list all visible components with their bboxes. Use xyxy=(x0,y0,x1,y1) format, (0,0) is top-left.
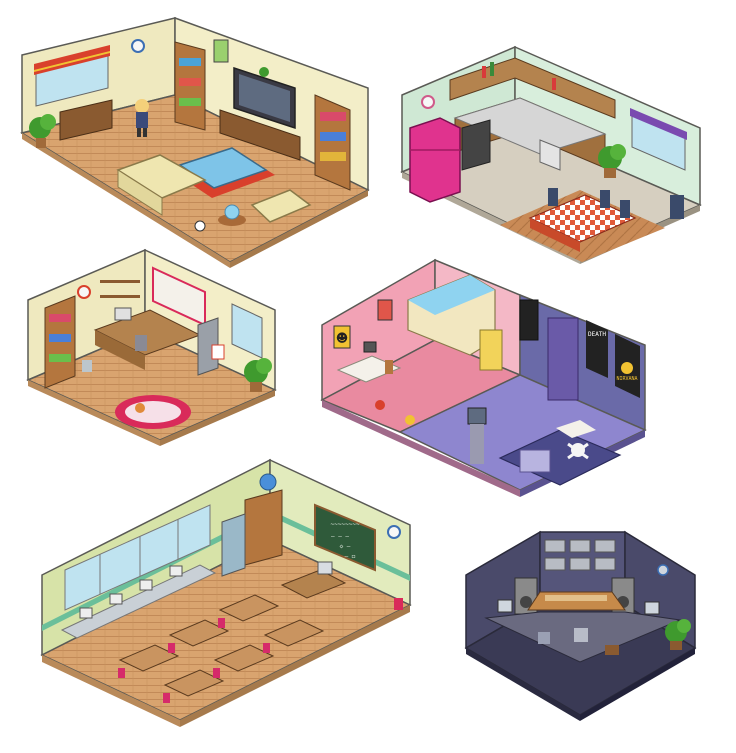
computer-icon[interactable] xyxy=(79,607,93,619)
console-faders xyxy=(545,595,607,601)
books xyxy=(49,314,71,322)
bottle-icon xyxy=(490,62,494,76)
books xyxy=(49,354,71,362)
classroom: ~~~~~~~~ — — — ◇ — — ◻ xyxy=(40,458,412,727)
chair-icon[interactable] xyxy=(574,628,588,642)
shelf-unit xyxy=(479,329,503,371)
rack-unit xyxy=(594,557,616,571)
rug-inner xyxy=(125,401,181,423)
wall-shelf xyxy=(100,280,140,283)
wall-picture xyxy=(213,39,229,63)
teen-bedroom: ☻ DEATH NIRVANA xyxy=(320,258,647,497)
clock-icon xyxy=(77,285,91,299)
recording-studio xyxy=(464,530,697,721)
clock-icon xyxy=(421,95,435,109)
clock-icon xyxy=(657,564,669,576)
poster-label-nirvana: NIRVANA xyxy=(616,376,637,382)
chair-icon[interactable] xyxy=(385,360,393,374)
fishbowl xyxy=(224,204,240,220)
toy xyxy=(405,415,415,425)
rack-unit xyxy=(569,539,591,553)
computer-icon[interactable] xyxy=(109,593,123,605)
fridge-icon[interactable] xyxy=(409,117,461,203)
poster-label-death: DEATH xyxy=(588,331,606,338)
bottle-icon xyxy=(482,66,486,78)
books xyxy=(49,334,71,342)
monitor-icon[interactable] xyxy=(114,307,132,321)
cat-icon xyxy=(135,403,145,413)
briefcase xyxy=(605,645,619,655)
books xyxy=(320,152,346,161)
chair-icon[interactable] xyxy=(670,195,684,219)
plant-icon xyxy=(259,67,269,77)
soccer-ball xyxy=(194,220,206,232)
poster-face: ☻ xyxy=(336,331,349,345)
chair-icon[interactable] xyxy=(213,668,220,678)
poster-icon xyxy=(586,320,608,378)
tv-stand xyxy=(470,424,484,464)
chair-icon[interactable] xyxy=(538,632,550,644)
globe-icon xyxy=(259,473,277,491)
chair-icon[interactable] xyxy=(263,643,270,653)
chalkboard-line: ◇ — xyxy=(340,543,351,550)
tall-cabinet xyxy=(547,317,579,401)
chair-icon[interactable] xyxy=(600,190,610,208)
books xyxy=(179,78,201,86)
monitor-icon[interactable] xyxy=(644,601,660,615)
chair-icon[interactable] xyxy=(548,188,558,206)
trash-bin xyxy=(82,360,92,372)
rack-unit xyxy=(544,539,566,553)
smiley-icon xyxy=(621,362,633,374)
chair-icon[interactable] xyxy=(218,618,225,628)
stove-icon[interactable] xyxy=(461,119,491,171)
chalkboard-line: — ◻ xyxy=(345,553,356,560)
rack-unit xyxy=(594,539,616,553)
clock-icon xyxy=(387,525,401,539)
armchair[interactable] xyxy=(519,449,551,473)
computer-icon[interactable] xyxy=(169,565,183,577)
books xyxy=(320,132,346,141)
clock-icon xyxy=(131,39,145,53)
monitor-icon[interactable] xyxy=(497,599,513,613)
toy xyxy=(375,400,385,410)
tv-icon[interactable] xyxy=(467,407,487,425)
cabinet-icon[interactable] xyxy=(244,489,283,566)
chalkboard-scribble: ~~~~~~~~ xyxy=(331,521,360,528)
computer-icon[interactable] xyxy=(139,579,153,591)
office xyxy=(26,248,277,446)
chair-icon[interactable] xyxy=(135,335,147,351)
chair-icon[interactable] xyxy=(163,693,170,703)
computer-icon[interactable] xyxy=(317,561,333,575)
chair-icon[interactable] xyxy=(620,200,630,218)
sign-post xyxy=(211,344,225,360)
wall-shelf xyxy=(100,295,140,298)
trash-bin xyxy=(394,598,403,610)
chair-icon[interactable] xyxy=(168,643,175,653)
living-room xyxy=(20,16,370,268)
poster-icon xyxy=(377,299,393,321)
books xyxy=(320,112,346,121)
monitor-icon[interactable] xyxy=(363,341,377,353)
bottle-icon xyxy=(552,78,556,90)
pixel-room-collection: ☻ DEATH NIRVANA ~~~~~~~~ — — — ◇ — — ◻ xyxy=(20,16,702,727)
filing-cabinet-icon[interactable] xyxy=(221,513,246,577)
chalkboard-line: — — — xyxy=(331,533,349,540)
poster-icon xyxy=(519,299,539,341)
bookshelf-icon xyxy=(314,94,351,191)
books xyxy=(179,58,201,66)
chair-icon[interactable] xyxy=(118,668,125,678)
rack-unit xyxy=(569,557,591,571)
books xyxy=(179,98,201,106)
rack-unit xyxy=(544,557,566,571)
kitchen xyxy=(400,45,702,264)
